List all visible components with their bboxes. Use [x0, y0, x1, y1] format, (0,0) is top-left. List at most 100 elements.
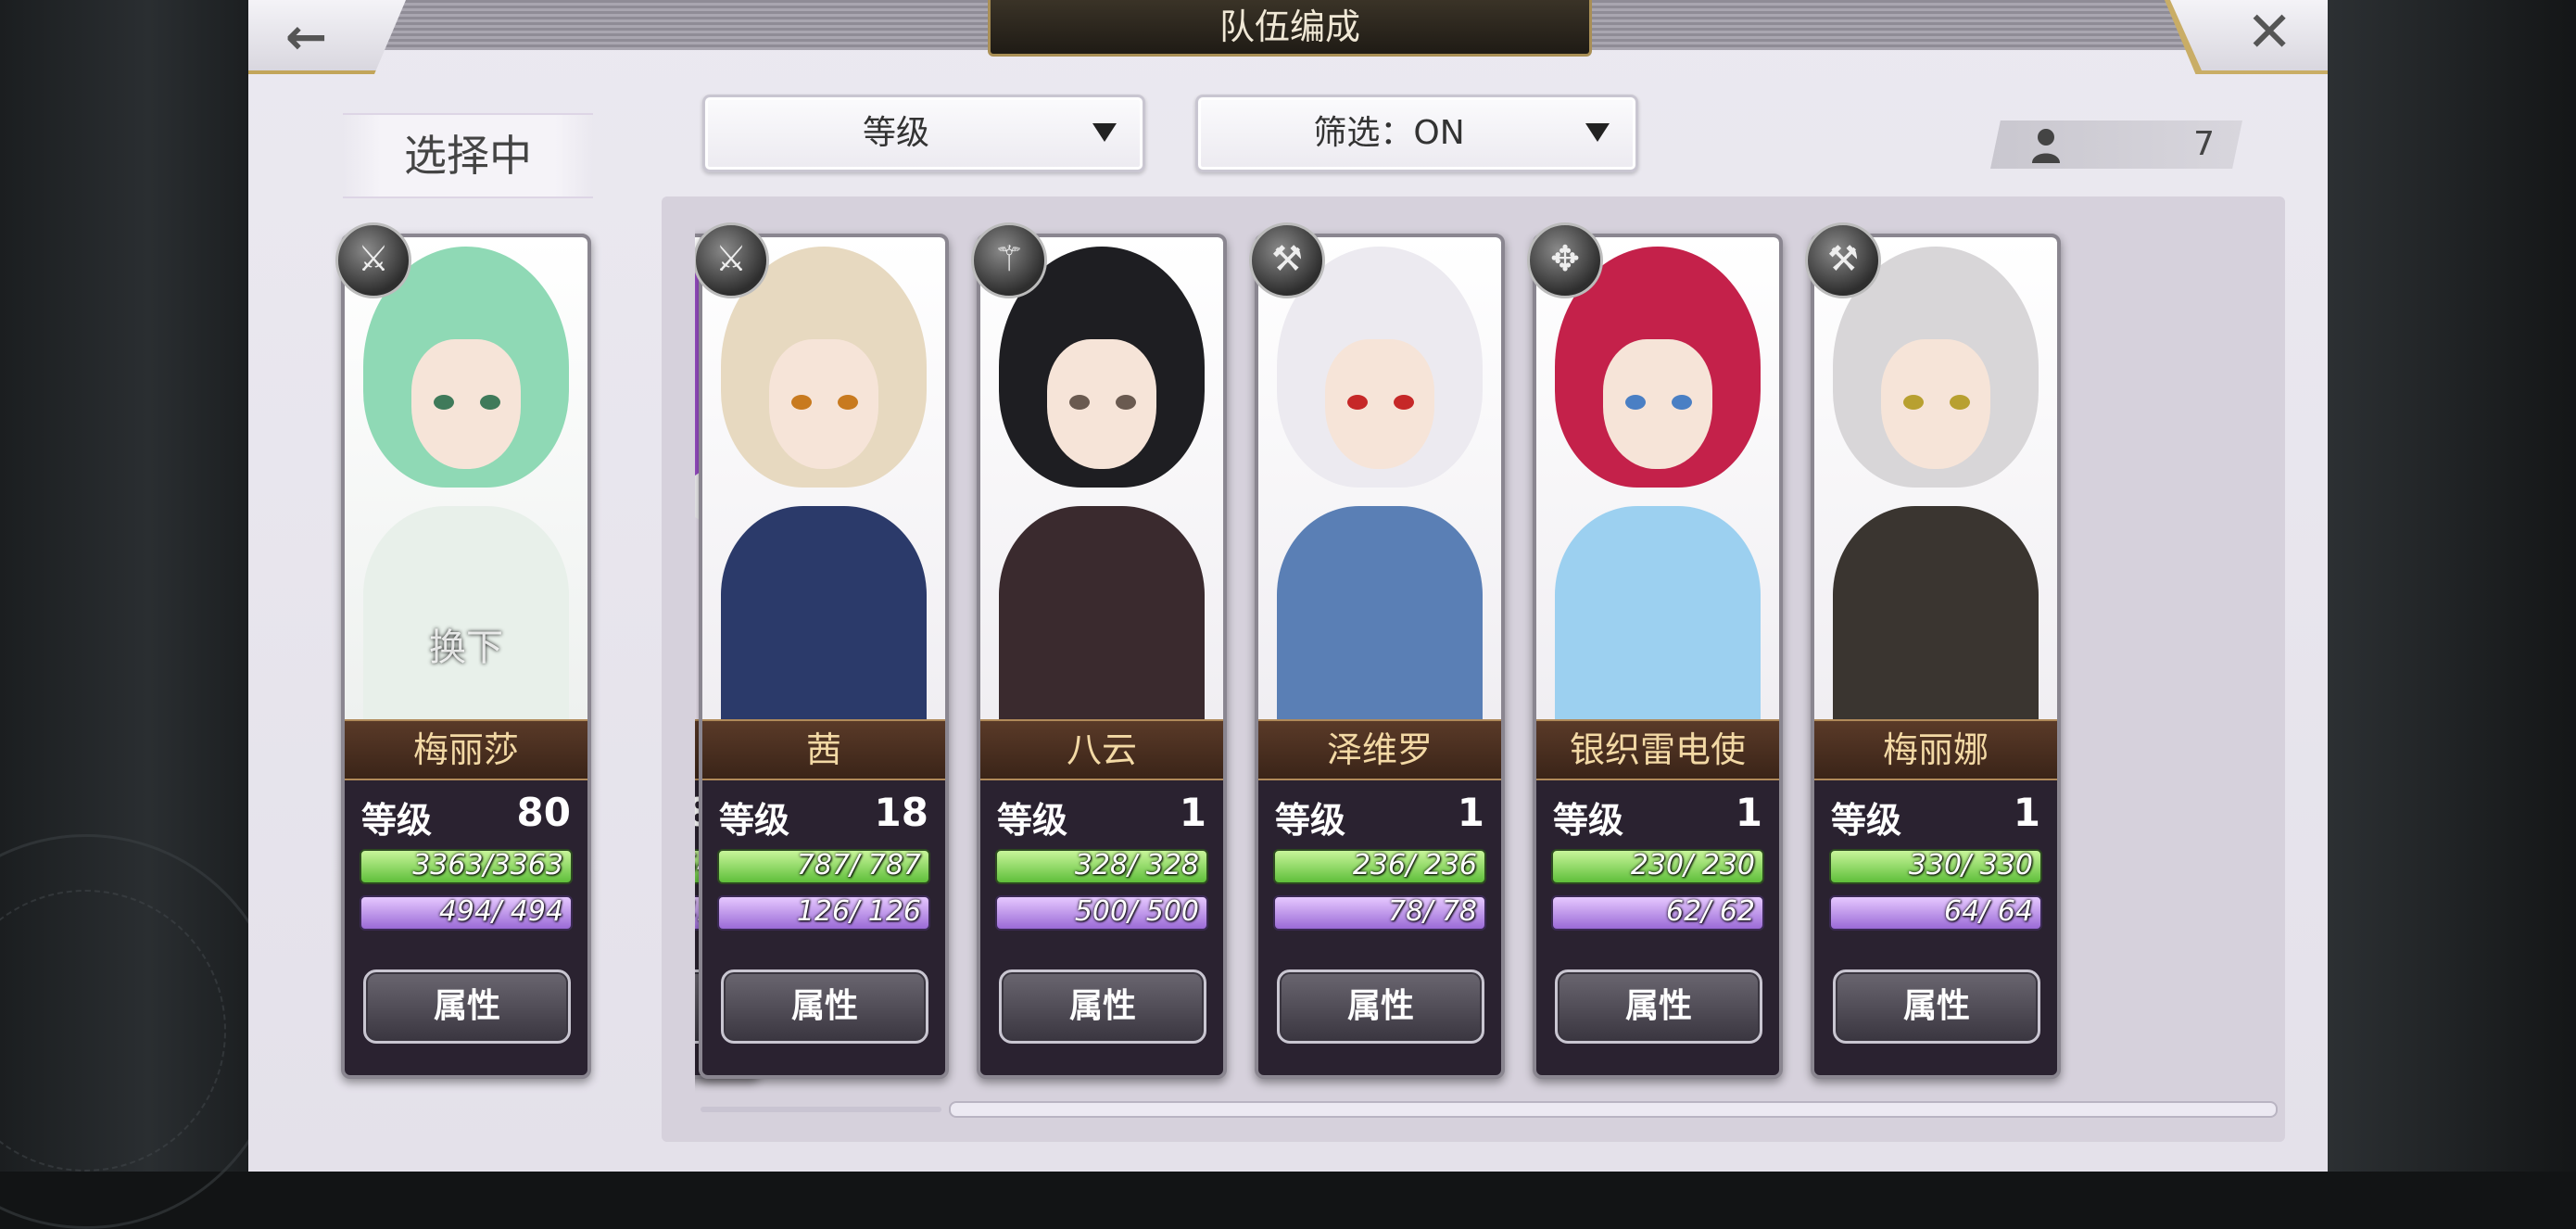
character-name: 银织雷电使	[1569, 729, 1746, 770]
portrait-eye	[1116, 395, 1136, 410]
staff-icon: ⚚	[971, 222, 1047, 298]
level-value: 1	[1457, 790, 1484, 835]
portrait-eye	[1069, 395, 1090, 410]
character-name: 泽维罗	[1326, 729, 1433, 770]
character-name-bar: 八云	[980, 719, 1223, 780]
character-card[interactable]: 八云 等级 1 328/ 328 500/ 500 属性	[977, 234, 1227, 1079]
portrait-eye	[1672, 395, 1692, 410]
attributes-button[interactable]: 属性	[363, 969, 571, 1044]
hp-bar: 230/ 230	[1551, 849, 1764, 884]
level-value: 1	[2013, 790, 2040, 835]
attributes-button[interactable]: 属性	[1833, 969, 2040, 1044]
spear-icon: ✥	[1527, 222, 1603, 298]
level-label: 等级	[361, 800, 433, 841]
sword-icon: ⚔	[695, 222, 769, 298]
portrait-eye	[791, 395, 812, 410]
mp-value: 64/ 64	[1944, 895, 2033, 928]
portrait-face	[1325, 339, 1434, 469]
character-card[interactable]: 银织雷电使 等级 1 230/ 230 62/ 62 属性	[1533, 234, 1783, 1079]
character-card[interactable]: 茜 等级 18 787/ 787 126/ 126 属性	[699, 234, 949, 1079]
portrait-eye	[1347, 395, 1368, 410]
level-label: 等级	[1831, 800, 1902, 841]
portrait-face	[1047, 339, 1156, 469]
portrait-eye	[434, 395, 454, 410]
sword-icon: ⚔	[335, 222, 411, 298]
level-value: 1	[1735, 790, 1762, 835]
character-name-bar: 茜	[702, 719, 945, 780]
hp-bar: 787/ 787	[717, 849, 930, 884]
hp-bar: 3363/3363	[360, 849, 573, 884]
swap-out-label[interactable]: 换下	[345, 617, 587, 671]
attributes-button-label: 属性	[1346, 987, 1414, 1025]
selecting-label: 选择中	[404, 131, 532, 181]
attributes-button-label: 属性	[1624, 987, 1692, 1025]
portrait-body	[999, 506, 1205, 729]
party-formation-panel: ← 队伍编成 ✕ 选择中 等级 筛选：ON 7 换下 梅丽莎 等级 80 336…	[248, 0, 2328, 1172]
character-name: 梅丽莎	[412, 729, 519, 770]
back-arrow-icon: ←	[285, 7, 328, 66]
portrait-face	[769, 339, 878, 469]
character-name-bar: 梅丽莎	[345, 719, 587, 780]
character-card[interactable]: 梅丽娜 等级 1 330/ 330 64/ 64 属性	[1811, 234, 2061, 1079]
level-label: 等级	[1275, 800, 1346, 841]
character-name: 梅丽娜	[1882, 729, 1989, 770]
hp-bar: 330/ 330	[1829, 849, 2042, 884]
mp-value: 500/ 500	[1074, 895, 1199, 928]
character-name-bar: 梅丽娜	[1814, 719, 2057, 780]
attributes-button-label: 属性	[433, 987, 500, 1025]
attributes-button-label: 属性	[1902, 987, 1970, 1025]
hp-value: 787/ 787	[796, 849, 921, 881]
attributes-button[interactable]: 属性	[721, 969, 928, 1044]
portrait-eye	[1625, 395, 1646, 410]
selecting-label-plate: 选择中	[343, 113, 593, 198]
mp-value: 494/ 494	[438, 895, 563, 928]
portrait-face	[411, 339, 521, 469]
left-background	[0, 0, 284, 1229]
portrait-eye	[838, 395, 858, 410]
portrait-eye	[1903, 395, 1924, 410]
attributes-button-label: 属性	[790, 987, 858, 1025]
hp-bar: 236/ 236	[1273, 849, 1486, 884]
attributes-button[interactable]: 属性	[1277, 969, 1484, 1044]
scrollbar-thumb[interactable]	[949, 1101, 2278, 1118]
right-background	[2328, 0, 2576, 1172]
selected-character-card[interactable]: 换下 梅丽莎 等级 80 3363/3363 494/ 494 属性	[341, 234, 591, 1079]
character-name: 茜	[805, 729, 841, 770]
back-button[interactable]: ←	[248, 0, 406, 74]
mp-bar: 500/ 500	[995, 895, 1208, 931]
character-name-bar: 银织雷电使	[1536, 719, 1779, 780]
level-value: 1	[1179, 790, 1206, 835]
attributes-button[interactable]: 属性	[1555, 969, 1762, 1044]
character-name: 八云	[1066, 729, 1137, 770]
hp-value: 3363/3363	[412, 849, 563, 881]
character-portrait	[702, 237, 945, 729]
hp-bar: 328/ 328	[995, 849, 1208, 884]
character-portrait	[1814, 237, 2057, 729]
hp-value: 330/ 330	[1908, 849, 2033, 881]
mp-bar: 62/ 62	[1551, 895, 1764, 931]
scrollbar-track	[701, 1107, 941, 1112]
character-portrait	[1536, 237, 1779, 729]
portrait-face	[1881, 339, 1990, 469]
attributes-button[interactable]: 属性	[999, 969, 1206, 1044]
mp-bar: 126/ 126	[717, 895, 930, 931]
portrait-face	[1603, 339, 1712, 469]
mp-value: 62/ 62	[1666, 895, 1755, 928]
character-portrait	[980, 237, 1223, 729]
portrait-body	[1833, 506, 2039, 729]
portrait-body	[1555, 506, 1761, 729]
level-label: 等级	[1553, 800, 1624, 841]
mp-value: 126/ 126	[796, 895, 921, 928]
character-card[interactable]: 泽维罗 等级 1 236/ 236 78/ 78 属性	[1255, 234, 1505, 1079]
level-label: 等级	[997, 800, 1068, 841]
portrait-body	[1277, 506, 1483, 729]
character-portrait: 换下	[345, 237, 587, 729]
portrait-body	[721, 506, 927, 729]
portrait-eye	[1394, 395, 1414, 410]
portrait-eye	[1950, 395, 1970, 410]
character-portrait	[1258, 237, 1501, 729]
character-name-bar: 泽维罗	[1258, 719, 1501, 780]
hp-value: 328/ 328	[1074, 849, 1199, 881]
hammer-icon: ⚒	[1805, 222, 1881, 298]
portrait-eye	[480, 395, 500, 410]
